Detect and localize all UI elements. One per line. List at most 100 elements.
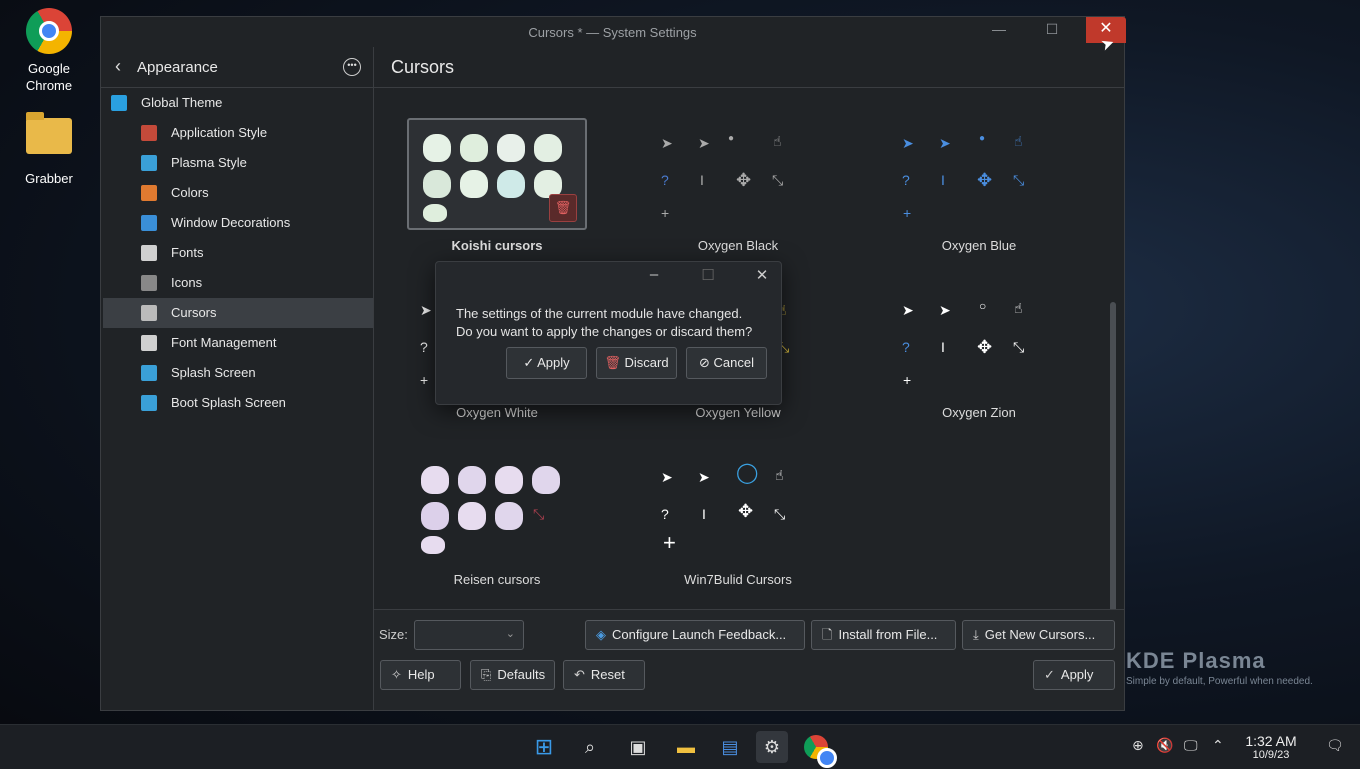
maximize-button[interactable]: ☐ — [1032, 17, 1072, 43]
cursor-theme-tile[interactable]: 🗑 Koishi cursors — [407, 118, 587, 278]
cursor-theme-tile[interactable]: ➤ ➤ ● ☝ ? I ✥ ⤡ + Oxygen Blue — [889, 118, 1069, 278]
sidebar-item-icons[interactable]: Icons — [103, 268, 373, 298]
settings-gear-icon[interactable]: ⚙ — [756, 731, 788, 763]
desktop-icon-google-chrome[interactable]: Google Chrome — [14, 8, 84, 94]
sidebar-item-colors[interactable]: Colors — [103, 178, 373, 208]
checkmark-icon: ✓ — [523, 355, 535, 370]
network-status-icon[interactable]: ⊕ — [1132, 737, 1144, 754]
sidebar-item-splash-screen[interactable]: Splash Screen — [103, 358, 373, 388]
kde-plasma-title: KDE Plasma — [1126, 648, 1266, 673]
sidebar-item-font-management[interactable]: Font Management — [103, 328, 373, 358]
content-header: Cursors — [374, 47, 1124, 88]
cursors-icon — [141, 305, 157, 321]
cursor-theme-tile[interactable]: ⤡ Reisen cursors — [407, 452, 587, 612]
undo-icon: ↶ — [574, 667, 585, 682]
theme-name: Oxygen Zion — [942, 405, 1016, 420]
sidebar-item-label: Global Theme — [141, 95, 223, 110]
sidebar-item-fonts[interactable]: Fonts — [103, 238, 373, 268]
global-theme-icon — [111, 95, 127, 111]
page-title: Cursors — [391, 57, 455, 77]
reset-button[interactable]: ↶ Reset — [563, 660, 645, 690]
desktop-icon-grabber[interactable]: Grabber — [14, 112, 84, 187]
notifications-icon[interactable]: 🗨 — [1326, 737, 1344, 754]
kde-plasma-tagline: Simple by default, Powerful when needed. — [1126, 676, 1313, 687]
more-options-icon[interactable]: ••• — [343, 58, 361, 76]
window-decorations-icon — [141, 215, 157, 231]
sidebar: ‹ Appearance ••• Global Theme Application… — [101, 47, 374, 710]
sidebar-item-application-style[interactable]: Application Style — [103, 118, 373, 148]
cancel-icon: ⊘ — [699, 355, 710, 370]
install-from-file-button[interactable]: 🗋 Install from File... — [811, 620, 956, 650]
defaults-button[interactable]: ⎘ Defaults — [470, 660, 555, 690]
dialog-apply-button[interactable]: ✓ Apply — [506, 347, 587, 379]
sidebar-item-label: Application Style — [171, 125, 268, 140]
launch-feedback-icon: ◈ — [596, 627, 606, 642]
cursor-theme-preview: ➤ ➤ ● ☝ ? I ✥ ⤡ + — [661, 133, 784, 221]
task-view-icon[interactable]: ▣ — [622, 731, 654, 763]
sidebar-item-label: Colors — [171, 185, 209, 200]
chevron-down-icon: ⌄ — [505, 628, 515, 640]
configure-launch-feedback-button[interactable]: ◈ Configure Launch Feedback... — [585, 620, 805, 650]
window-title: Cursors * — System Settings — [528, 25, 697, 40]
file-explorer-icon[interactable]: ▬ — [670, 731, 702, 763]
delete-theme-button[interactable]: 🗑 — [549, 194, 577, 222]
volume-muted-icon[interactable]: 🔇 — [1156, 737, 1173, 754]
sidebar-item-boot-splash-screen[interactable]: Boot Splash Screen — [103, 388, 373, 418]
clock-time: 1:32 AM — [1245, 733, 1297, 749]
chrome-icon — [25, 8, 73, 56]
cursor-theme-preview: ➤ ➤ ○ ☝ ? I ✥ ⤡ + — [902, 299, 1025, 388]
chevron-up-icon[interactable]: ⌃ — [1212, 737, 1224, 754]
sidebar-back-label[interactable]: Appearance — [137, 59, 218, 76]
help-button[interactable]: ✧ Help — [380, 660, 461, 690]
cursor-theme-tile[interactable]: ➤ ➤ ● ☝ ? I ✥ ⤡ + Oxygen Black — [648, 118, 828, 278]
cursor-theme-preview: ➤ ➤ ● ☝ ? I ✥ ⤡ + — [902, 133, 1025, 221]
splash-screen-icon — [141, 365, 157, 381]
application-style-icon — [141, 125, 157, 141]
get-new-cursors-button[interactable]: ⤓ Get New Cursors... — [962, 620, 1115, 650]
taskbar: ⊞ ⌕ ▣ ▬ ▤ ⚙ ⊕ 🔇 🖵 ⌃ 1:32 AM 10/9/23 🗨 — [0, 724, 1360, 769]
window-titlebar[interactable]: Cursors * — System Settings — ☐ ✕ — [101, 17, 1126, 47]
theme-name: Oxygen White — [456, 405, 538, 420]
dialog-maximize-button[interactable]: ☐ — [696, 266, 720, 284]
fonts-icon — [141, 245, 157, 261]
theme-name: Oxygen Yellow — [695, 405, 781, 420]
trash-icon: 🗑 — [604, 355, 621, 370]
theme-name: Koishi cursors — [451, 238, 543, 253]
display-icon[interactable]: 🖵 — [1184, 737, 1198, 754]
back-arrow-icon[interactable]: ‹ — [115, 56, 121, 77]
theme-name: Oxygen Blue — [941, 238, 1017, 253]
apply-button[interactable]: ✓ Apply — [1033, 660, 1115, 690]
cursor-theme-tile[interactable]: ➤ ➤ ◯ ☝ ? I ✥ ⤡ + Win7Bulid Cursors — [648, 452, 828, 612]
chrome-taskbar-icon[interactable] — [800, 731, 837, 768]
desktop-icon-label: Chrome — [25, 78, 73, 93]
dialog-discard-button[interactable]: 🗑 Discard — [596, 347, 677, 379]
dialog-close-button[interactable]: ✕ — [750, 266, 774, 284]
sidebar-item-window-decorations[interactable]: Window Decorations — [103, 208, 373, 238]
colors-icon — [141, 185, 157, 201]
scrollbar[interactable] — [1110, 302, 1116, 620]
checkmark-icon: ✓ — [1044, 667, 1055, 682]
theme-name: Reisen cursors — [453, 572, 541, 587]
theme-name: Win7Bulid Cursors — [684, 572, 792, 587]
folder-icon — [25, 112, 73, 166]
store-icon[interactable]: ▤ — [714, 731, 746, 763]
cursor-theme-tile[interactable]: ➤ ➤ ○ ☝ ? I ✥ ⤡ + Oxygen Zion — [889, 285, 1069, 445]
sidebar-item-label: Boot Splash Screen — [171, 395, 286, 410]
dialog-cancel-button[interactable]: ⊘ Cancel — [686, 347, 767, 379]
theme-name: Oxygen Black — [697, 238, 779, 253]
minimize-button[interactable]: — — [979, 17, 1019, 43]
clock[interactable]: 1:32 AM 10/9/23 — [1236, 733, 1306, 762]
sidebar-item-label: Window Decorations — [171, 215, 291, 230]
download-icon: ⤓ — [973, 627, 979, 642]
dialog-minimize-button[interactable]: – — [642, 266, 666, 283]
windows-start-icon[interactable]: ⊞ — [528, 731, 560, 763]
sidebar-item-global-theme[interactable]: Global Theme — [103, 88, 373, 118]
kde-plasma-branding: KDE Plasma Simple by default, Powerful w… — [1126, 648, 1313, 687]
desktop-icon-label: Grabber — [25, 171, 73, 186]
sidebar-item-label: Plasma Style — [171, 155, 247, 170]
sidebar-item-cursors[interactable]: Cursors — [103, 298, 373, 328]
bottom-toolbar: Size: ⌄ ◈ Configure Launch Feedback... 🗋 I… — [374, 609, 1124, 710]
sidebar-item-plasma-style[interactable]: Plasma Style — [103, 148, 373, 178]
search-icon[interactable]: ⌕ — [574, 731, 606, 763]
size-select[interactable]: ⌄ — [414, 620, 524, 650]
